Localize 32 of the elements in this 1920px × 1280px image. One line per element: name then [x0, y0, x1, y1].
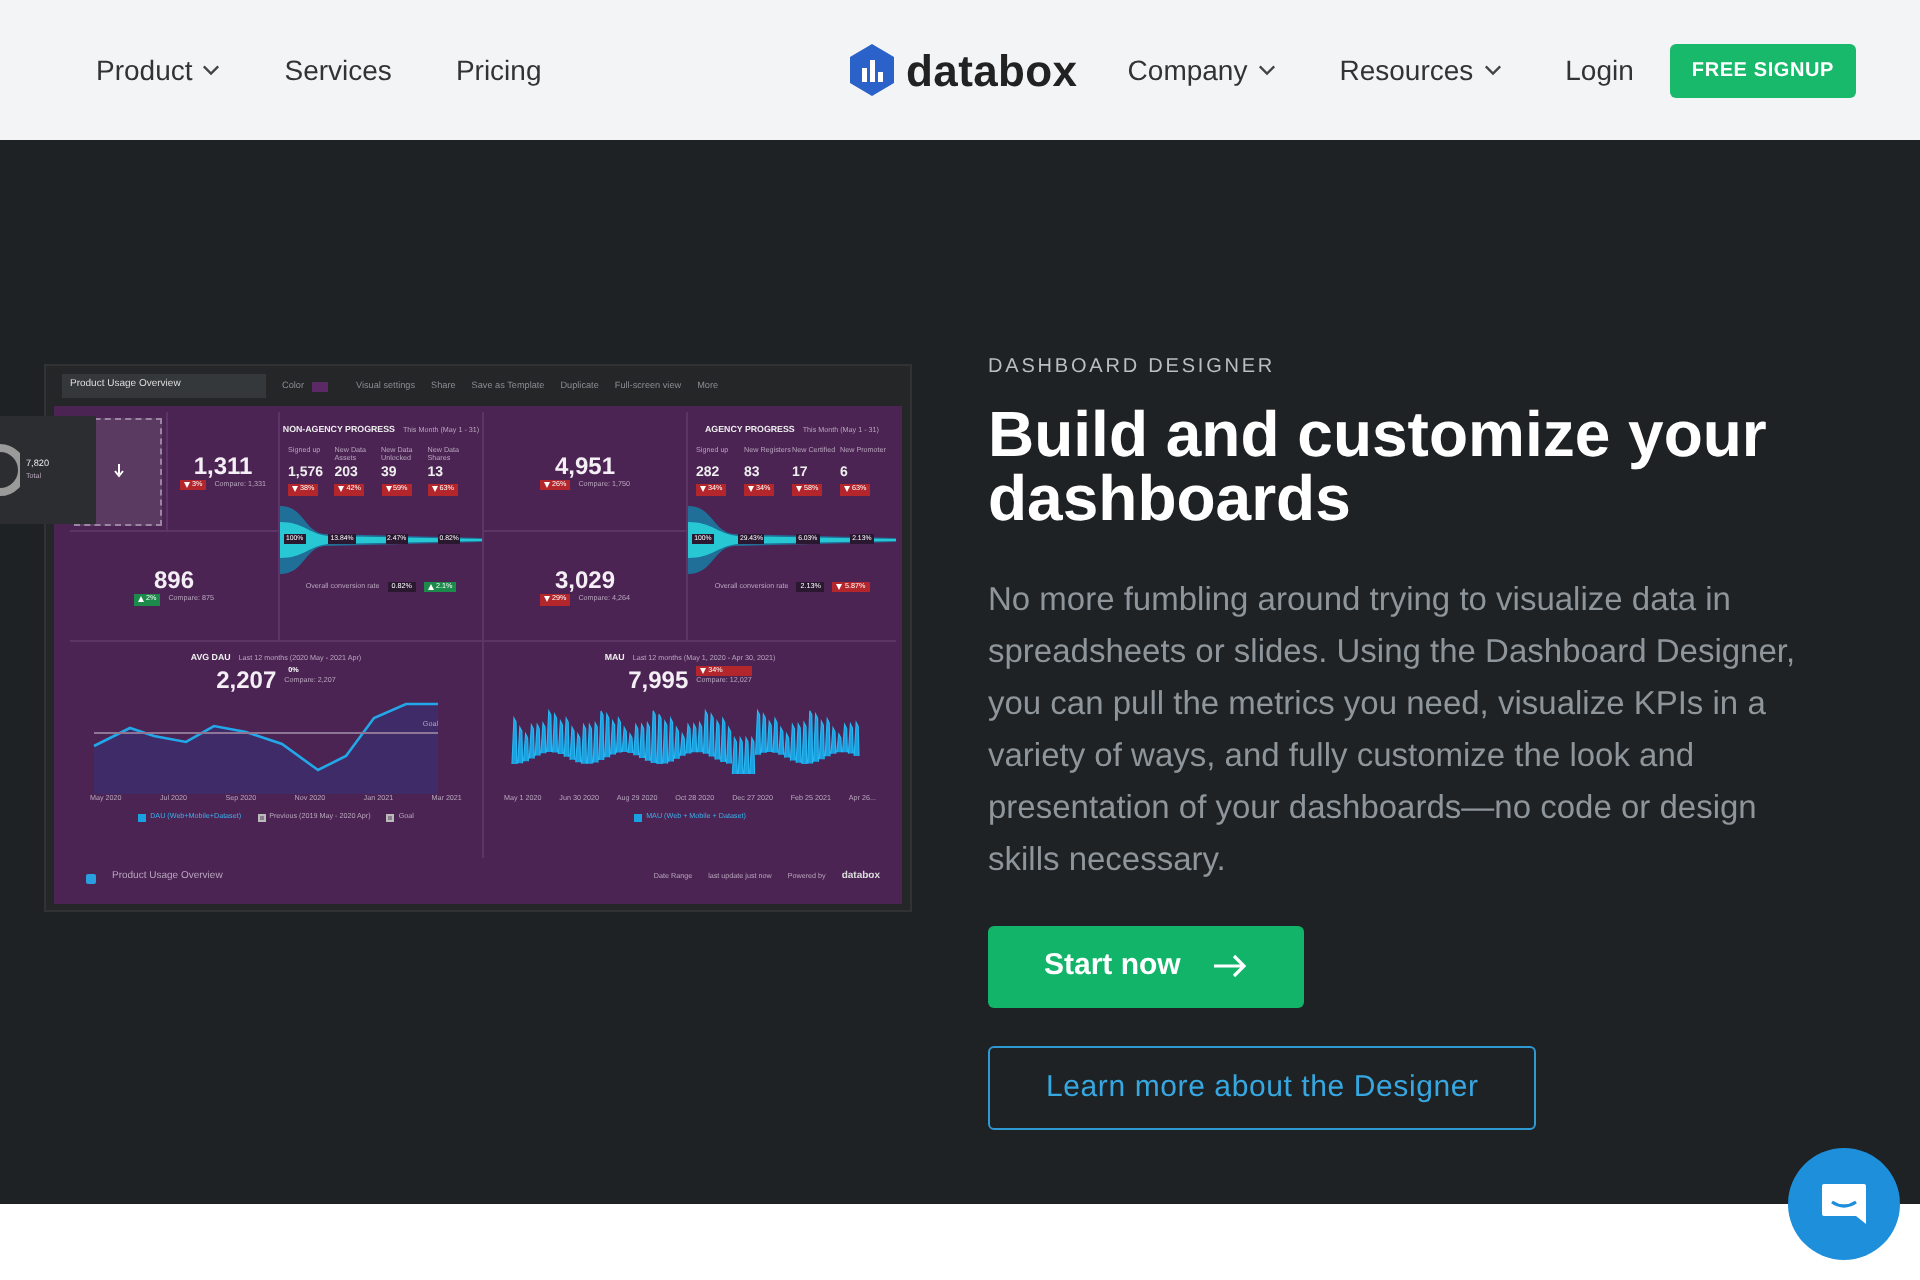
down-triangle-icon [700, 486, 706, 493]
logo-icon[interactable] [846, 42, 898, 98]
down-triangle-icon [338, 486, 345, 493]
hero-description: No more fumbling around trying to visualize data in spreadsheets or slides. Using the Dashboard Designer, you can pull the metrics you need, visualize KPIs in a variety of ways, and fully customize the look and presentation of your dashboards—no code or design skills necessary. [988, 580, 1798, 882]
metric-value: 2,207 [216, 665, 277, 694]
dashboard-icon [86, 873, 96, 883]
metric-value: 7,995 [628, 665, 689, 694]
down-triangle-icon [292, 486, 298, 493]
learn-more-button[interactable]: Learn more about the Designer [988, 1045, 1537, 1130]
download-arrow-icon [113, 464, 123, 478]
nav-link[interactable]: Company [1127, 49, 1276, 91]
nav-link[interactable]: Pricing [455, 49, 542, 91]
hero-title: Build and customize your dashboards [988, 402, 1769, 530]
nav-link[interactable]: Login [1565, 49, 1634, 91]
down-triangle-icon [844, 486, 850, 493]
metric-value: 1,311 [193, 451, 253, 480]
down-triangle-icon [431, 486, 438, 493]
eyebrow-text: DASHBOARD DESIGNER [988, 354, 1278, 382]
arrow-right-icon [1212, 954, 1249, 979]
donut-drawing [0, 444, 20, 496]
nav-link[interactable]: Product [96, 49, 221, 91]
metric-value: 3,029 [554, 566, 616, 595]
chat-icon [1818, 1180, 1870, 1228]
color-swatch [311, 381, 328, 391]
down-triangle-icon [748, 486, 754, 493]
nav-link[interactable]: Services [284, 49, 392, 91]
metric-value: 4,951 [554, 451, 616, 480]
logo-text[interactable]: databox [906, 37, 1078, 103]
down-triangle-icon [385, 486, 391, 493]
metric-value: 896 [153, 566, 195, 595]
nav-link[interactable]: Resources [1339, 49, 1502, 91]
down-triangle-icon [796, 486, 802, 493]
